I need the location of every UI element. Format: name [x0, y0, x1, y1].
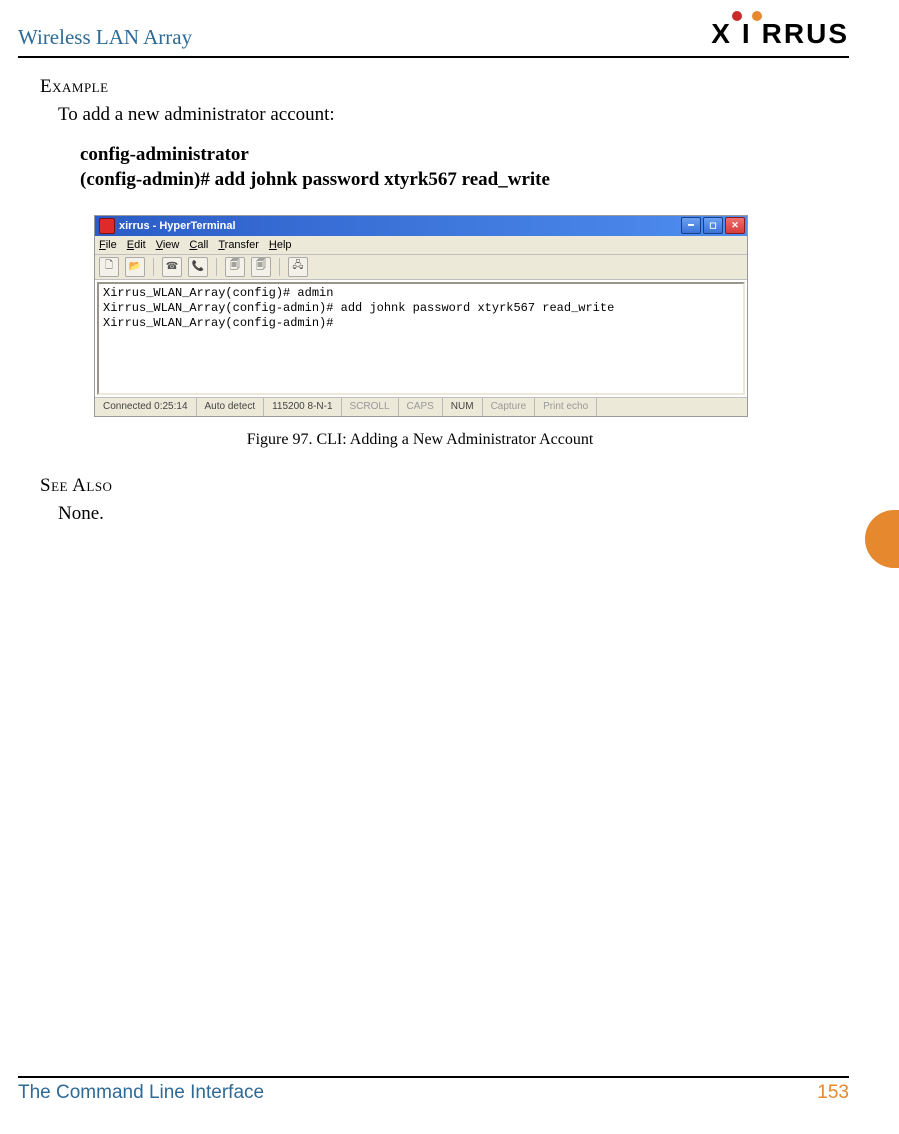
figure-97: xirrus - HyperTerminal ━ ◻ ✕ File Edit V… — [94, 215, 849, 417]
example-heading: Example — [40, 76, 849, 98]
see-also-body: None. — [58, 501, 849, 527]
status-num: NUM — [443, 398, 483, 416]
see-also-heading: See Also — [40, 475, 849, 497]
separator-icon — [153, 258, 154, 276]
header-title: Wireless LAN Array — [18, 25, 192, 50]
page-header: Wireless LAN Array X I RRUS — [18, 18, 849, 56]
page-footer: The Command Line Interface 153 — [18, 1076, 849, 1104]
command-line-2: (config-admin)# add johnk password xtyrk… — [80, 167, 849, 193]
logo-dot-orange-icon — [752, 11, 762, 21]
menu-bar: File Edit View Call Transfer Help — [95, 236, 747, 255]
disconnect-icon[interactable]: 📞 — [188, 257, 208, 277]
menu-view[interactable]: View — [156, 239, 180, 251]
close-button[interactable]: ✕ — [725, 217, 745, 234]
call-icon[interactable]: ☎ — [162, 257, 182, 277]
page: Wireless LAN Array X I RRUS Example To a… — [0, 0, 899, 1134]
example-intro: To add a new administrator account: — [58, 102, 849, 128]
toolbar: 🗋 📂 ☎ 📞 🗐 🗐 🖧 — [95, 255, 747, 280]
command-line-1: config-administrator — [80, 142, 849, 168]
term-line-2: Xirrus_WLAN_Array(config-admin)# — [103, 316, 333, 330]
receive-icon[interactable]: 🗐 — [251, 257, 271, 277]
menu-help[interactable]: Help — [269, 239, 292, 251]
figure-caption: Figure 97. CLI: Adding a New Administrat… — [94, 431, 746, 449]
menu-call[interactable]: Call — [189, 239, 208, 251]
maximize-button[interactable]: ◻ — [703, 217, 723, 234]
footer-section: The Command Line Interface — [18, 1082, 264, 1104]
status-connected: Connected 0:25:14 — [95, 398, 197, 416]
status-scroll: SCROLL — [342, 398, 399, 416]
term-line-1: Xirrus_WLAN_Array(config-admin)# add joh… — [103, 301, 614, 315]
open-icon[interactable]: 📂 — [125, 257, 145, 277]
brand-logo: X I RRUS — [711, 18, 849, 50]
see-also-section: See Also None. — [40, 475, 849, 527]
status-caps: CAPS — [399, 398, 443, 416]
send-icon[interactable]: 🗐 — [225, 257, 245, 277]
command-block: config-administrator (config-admin)# add… — [80, 142, 849, 193]
content-area: Example To add a new administrator accou… — [18, 58, 849, 527]
properties-icon[interactable]: 🖧 — [288, 257, 308, 277]
footer-rule — [18, 1076, 849, 1078]
menu-edit[interactable]: Edit — [127, 239, 146, 251]
hyperterminal-window: xirrus - HyperTerminal ━ ◻ ✕ File Edit V… — [94, 215, 748, 417]
logo-dot-red-icon — [732, 11, 742, 21]
status-bar: Connected 0:25:14 Auto detect 115200 8-N… — [95, 397, 747, 416]
app-icon — [99, 218, 115, 234]
status-capture: Capture — [483, 398, 536, 416]
new-icon[interactable]: 🗋 — [99, 257, 119, 277]
menu-transfer[interactable]: Transfer — [218, 239, 259, 251]
separator-icon — [216, 258, 217, 276]
status-autodetect: Auto detect — [197, 398, 265, 416]
window-title: xirrus - HyperTerminal — [119, 220, 236, 232]
separator-icon — [279, 258, 280, 276]
menu-file[interactable]: File — [99, 239, 117, 251]
terminal-output[interactable]: Xirrus_WLAN_Array(config)# admin Xirrus_… — [97, 282, 745, 395]
status-baud: 115200 8-N-1 — [264, 398, 341, 416]
window-titlebar: xirrus - HyperTerminal ━ ◻ ✕ — [95, 216, 747, 236]
thumb-tab-icon — [865, 510, 899, 568]
term-line-0: Xirrus_WLAN_Array(config)# admin — [103, 286, 333, 300]
status-printecho: Print echo — [535, 398, 597, 416]
minimize-button[interactable]: ━ — [681, 217, 701, 234]
page-number: 153 — [817, 1082, 849, 1104]
